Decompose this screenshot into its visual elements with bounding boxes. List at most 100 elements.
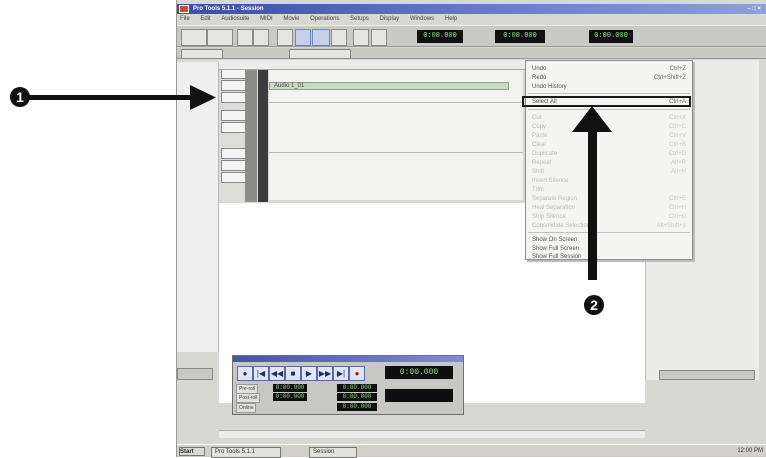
post-roll-label[interactable]: Post-roll (236, 393, 261, 403)
shortcut-consolidate: Alt+Shift+3 (656, 223, 686, 229)
menu-item-paste: Paste (532, 133, 548, 139)
taskbar-item-session[interactable]: Session (309, 447, 357, 458)
shortcut-paste: Ctrl+V (669, 133, 686, 139)
online-label[interactable]: Online (236, 403, 257, 413)
shortcut-duplicate: Ctrl+D (668, 151, 686, 157)
horizontal-scrollbar[interactable] (219, 430, 645, 438)
shortcut-shift: Alt+H (671, 169, 686, 175)
start-field[interactable]: 0:00.000 (495, 30, 545, 43)
menu-item-show-full-screen[interactable]: Show Full Screen (532, 245, 579, 253)
menu-midi[interactable]: MIDI (260, 16, 273, 22)
edit-mode-slip[interactable] (207, 29, 233, 46)
menu-item-cut: Cut (532, 115, 542, 121)
menu-help[interactable]: Help (445, 16, 457, 22)
grabber-tool[interactable] (331, 29, 347, 46)
right-scroll-thumb[interactable] (659, 370, 755, 380)
callout-arrow-1-shaft (28, 95, 194, 100)
menu-item-heal-separation: Heal Separation (532, 205, 576, 211)
window-title: Pro Tools 5.1.1 - Session (193, 6, 264, 12)
left-scroll-thumb[interactable] (177, 368, 213, 380)
zoom-button[interactable] (237, 29, 253, 46)
menu-display[interactable]: Display (379, 16, 399, 22)
menu-setups[interactable]: Setups (350, 16, 369, 22)
app-icon (179, 5, 189, 13)
main-counter: 0:00.000 (417, 30, 463, 43)
menu-item-redo[interactable]: Redo (532, 74, 546, 82)
menu-operations[interactable]: Operations (310, 16, 339, 22)
track-separator (269, 102, 523, 103)
menu-separator (528, 93, 690, 94)
menu-bar: File Edit Audiosuite MIDI Movie Operatio… (177, 15, 766, 24)
smart-tool[interactable] (371, 29, 387, 46)
windows-taskbar: Start Pro Tools 5.1.1 Session 12:00 PM (177, 444, 766, 458)
menu-item-duplicate: Duplicate (532, 151, 558, 157)
menu-audiosuite[interactable]: Audiosuite (221, 16, 249, 22)
shortcut-clear: Ctrl+B (669, 142, 686, 148)
shortcut-heal-separation: Ctrl+H (668, 205, 686, 211)
zoomer-tool[interactable] (277, 29, 293, 46)
edit-mode-shuffle[interactable] (181, 29, 207, 46)
zoom-out-button[interactable] (253, 29, 269, 46)
transport-end-field[interactable]: 0:00.000 (337, 393, 377, 401)
title-bar[interactable]: Pro Tools 5.1.1 - Session – □ × (177, 4, 766, 14)
callout-arrow-1-head (190, 85, 216, 110)
menu-item-undo-history[interactable]: Undo History (532, 83, 567, 91)
menu-windows[interactable]: Windows (410, 16, 434, 22)
track-color-strip (245, 62, 257, 202)
menu-item-consolidate: Consolidate Selection (532, 223, 591, 229)
shortcut-repeat: Alt+R (671, 160, 686, 166)
transport-main-counter: 0:00.000 (385, 366, 453, 379)
callout-badge-1: 1 (10, 87, 30, 107)
online-icon[interactable]: ● (237, 366, 253, 381)
transport-window[interactable]: ● |◀ ◀◀ ■ ▶ ▶▶ ▶| ● 0:00.000 Pre-roll 0:… (232, 355, 464, 415)
callout-arrow-2-shaft (588, 130, 597, 280)
taskbar-item-pro-tools[interactable]: Pro Tools 5.1.1 (211, 447, 281, 458)
pro-tools-window: Pro Tools 5.1.1 - Session – □ × File Edi… (176, 0, 766, 458)
return-to-zero-icon[interactable]: |◀ (253, 366, 269, 381)
menu-item-insert-silence: Insert Silence (532, 178, 569, 184)
selector-tool[interactable] (312, 29, 330, 46)
trimmer-tool[interactable] (295, 29, 311, 46)
transport-length-field[interactable]: 0:00.000 (337, 403, 377, 411)
menu-item-show-full-session[interactable]: Show Full Session (532, 253, 581, 261)
nudge-value[interactable] (289, 49, 351, 59)
menu-file[interactable]: File (180, 16, 190, 22)
menu-item-shift: Shift (532, 169, 545, 175)
shortcut-separate-region: Ctrl+E (669, 196, 686, 202)
edit-toolbar-row2 (177, 48, 766, 59)
menu-item-repeat: Repeat (532, 160, 552, 166)
system-tray-clock: 12:00 PM (737, 448, 763, 454)
menu-item-show-on-screen[interactable]: Show On Screen (532, 236, 577, 244)
transport-start-field[interactable]: 0:00.000 (337, 384, 377, 392)
menu-edit[interactable]: Edit (200, 16, 210, 22)
window-controls[interactable]: – □ × (747, 5, 761, 13)
menu-item-strip-silence: Strip Silence (532, 214, 566, 220)
shortcut-redo: Ctrl+Shift+Z (653, 75, 686, 81)
record-icon[interactable]: ● (349, 366, 365, 381)
menu-item-clear: Clear (532, 142, 547, 148)
pre-roll-field[interactable]: 0:00.000 (273, 384, 307, 392)
edit-toolbar: 0:00.000 0:00.000 0:00.000 (177, 25, 766, 47)
cursor-field: 0:00.000 (589, 30, 633, 43)
callout-badge-2: 2 (584, 295, 604, 315)
rewind-icon[interactable]: ◀◀ (269, 366, 285, 381)
audio-region[interactable]: Audio 1_01 (269, 82, 509, 90)
timeline-ruler[interactable] (219, 60, 569, 70)
start-button[interactable]: Start (179, 447, 205, 456)
menu-item-undo[interactable]: Undo (532, 65, 546, 73)
grid-value[interactable] (181, 49, 223, 59)
menu-movie[interactable]: Movie (283, 16, 299, 22)
go-to-end-icon[interactable]: ▶| (333, 366, 349, 381)
fast-forward-icon[interactable]: ▶▶ (317, 366, 333, 381)
transport-title-bar[interactable] (233, 356, 463, 362)
menu-item-copy: Copy (532, 124, 547, 130)
post-roll-field[interactable]: 0:00.000 (273, 393, 307, 401)
edit-menu-dropdown: Undo Ctrl+Z Redo Ctrl+Shift+Z Undo Histo… (525, 60, 693, 260)
menu-item-separate-region: Separate Region (532, 196, 578, 202)
stop-icon[interactable]: ■ (285, 366, 301, 381)
shortcut-copy: Ctrl+C (668, 124, 686, 130)
transport-secondary-counter (385, 389, 453, 402)
play-icon[interactable]: ▶ (301, 366, 317, 381)
track-separator (269, 152, 523, 153)
pencil-tool[interactable] (353, 29, 369, 46)
